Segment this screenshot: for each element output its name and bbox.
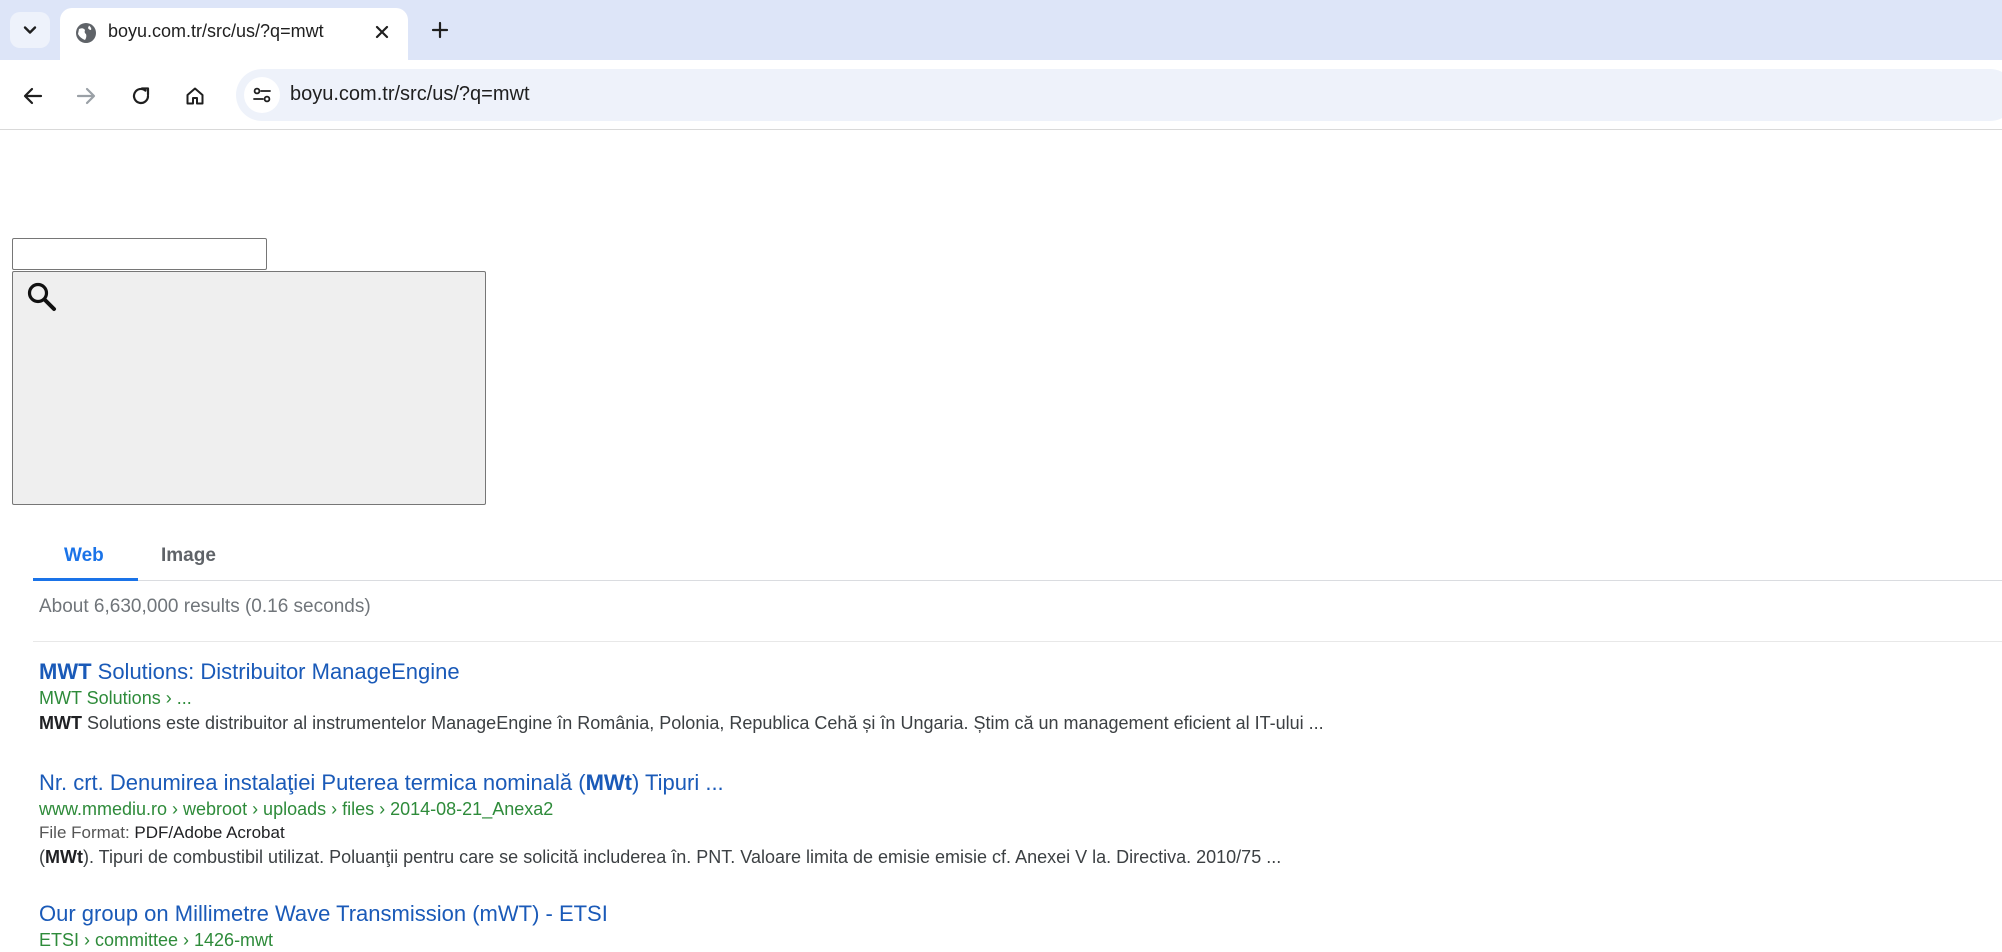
browser-tab-strip: boyu.com.tr/src/us/?q=mwt [0,0,2002,60]
url-text: boyu.com.tr/src/us/?q=mwt [290,83,530,105]
back-button[interactable] [13,76,53,116]
result-url[interactable]: www.mmediu.ro › webroot › uploads › file… [39,799,1281,820]
chevron-down-icon [23,26,37,34]
plus-icon [431,21,449,39]
browser-tab-active[interactable]: boyu.com.tr/src/us/?q=mwt [60,8,408,60]
tab-search-button[interactable] [10,12,50,48]
reload-button[interactable] [121,76,161,116]
tab-web-label: Web [64,545,104,566]
result-title-text: Solutions: Distribuitor ManageEngine [91,659,460,684]
forward-button[interactable] [66,76,106,116]
result-title-bold: MWT [39,659,92,684]
address-bar[interactable]: boyu.com.tr/src/us/?q=mwt [236,69,2002,121]
close-icon [375,25,389,39]
browser-toolbar: boyu.com.tr/src/us/?q=mwt [0,60,2002,130]
home-button[interactable] [175,76,215,116]
snippet-bold: MWT [39,713,82,733]
file-format-label: File Format: [39,823,130,842]
result-stats: About 6,630,000 results (0.16 seconds) [39,596,371,617]
snippet-text: ). Tipuri de combustibil utilizat. Polua… [82,847,1282,867]
result-title-link[interactable]: MWT Solutions: Distribuitor ManageEngine [39,659,1324,685]
tab-close-button[interactable] [368,18,396,46]
search-tabs: Web Image [33,532,2002,581]
arrow-right-icon [76,87,96,105]
reload-icon [132,87,150,105]
result-title-link[interactable]: Our group on Millimetre Wave Transmissio… [39,901,608,927]
tab-web[interactable]: Web [33,532,138,581]
result-snippet: (MWt). Tipuri de combustibil utilizat. P… [39,847,1281,868]
file-format-value: PDF/Adobe Acrobat [134,823,285,842]
new-tab-button[interactable] [422,12,458,48]
arrow-left-icon [23,87,43,105]
divider [33,641,2002,642]
file-format: File Format: PDF/Adobe Acrobat [39,823,1281,843]
result-title-text: Nr. crt. Denumirea instalaţiei Puterea t… [39,770,586,795]
search-button[interactable] [12,271,486,505]
snippet-bold: MWt [45,847,83,867]
globe-icon [76,23,96,43]
result-title-link[interactable]: Nr. crt. Denumirea instalaţiei Puterea t… [39,770,1281,796]
result-title-text: ) Tipuri ... [631,770,724,795]
snippet-text: Solutions este distribuitor al instrumen… [81,713,1324,733]
home-icon [186,87,204,105]
search-input[interactable] [12,238,267,270]
result-url[interactable]: ETSI › committee › 1426-mwt [39,930,608,951]
result-url[interactable]: MWT Solutions › ... [39,688,1324,709]
search-result: MWT Solutions: Distribuitor ManageEngine… [39,659,1324,734]
tab-title: boyu.com.tr/src/us/?q=mwt [108,21,324,41]
search-result: Our group on Millimetre Wave Transmissio… [39,901,608,951]
result-title-bold: MWt [585,770,632,795]
tune-icon [253,87,271,103]
search-result: Nr. crt. Denumirea instalaţiei Puterea t… [39,770,1281,868]
site-info-button[interactable] [244,77,280,113]
result-snippet: MWT Solutions este distribuitor al instr… [39,713,1324,734]
search-icon [27,282,56,311]
tab-image[interactable]: Image [161,545,216,567]
